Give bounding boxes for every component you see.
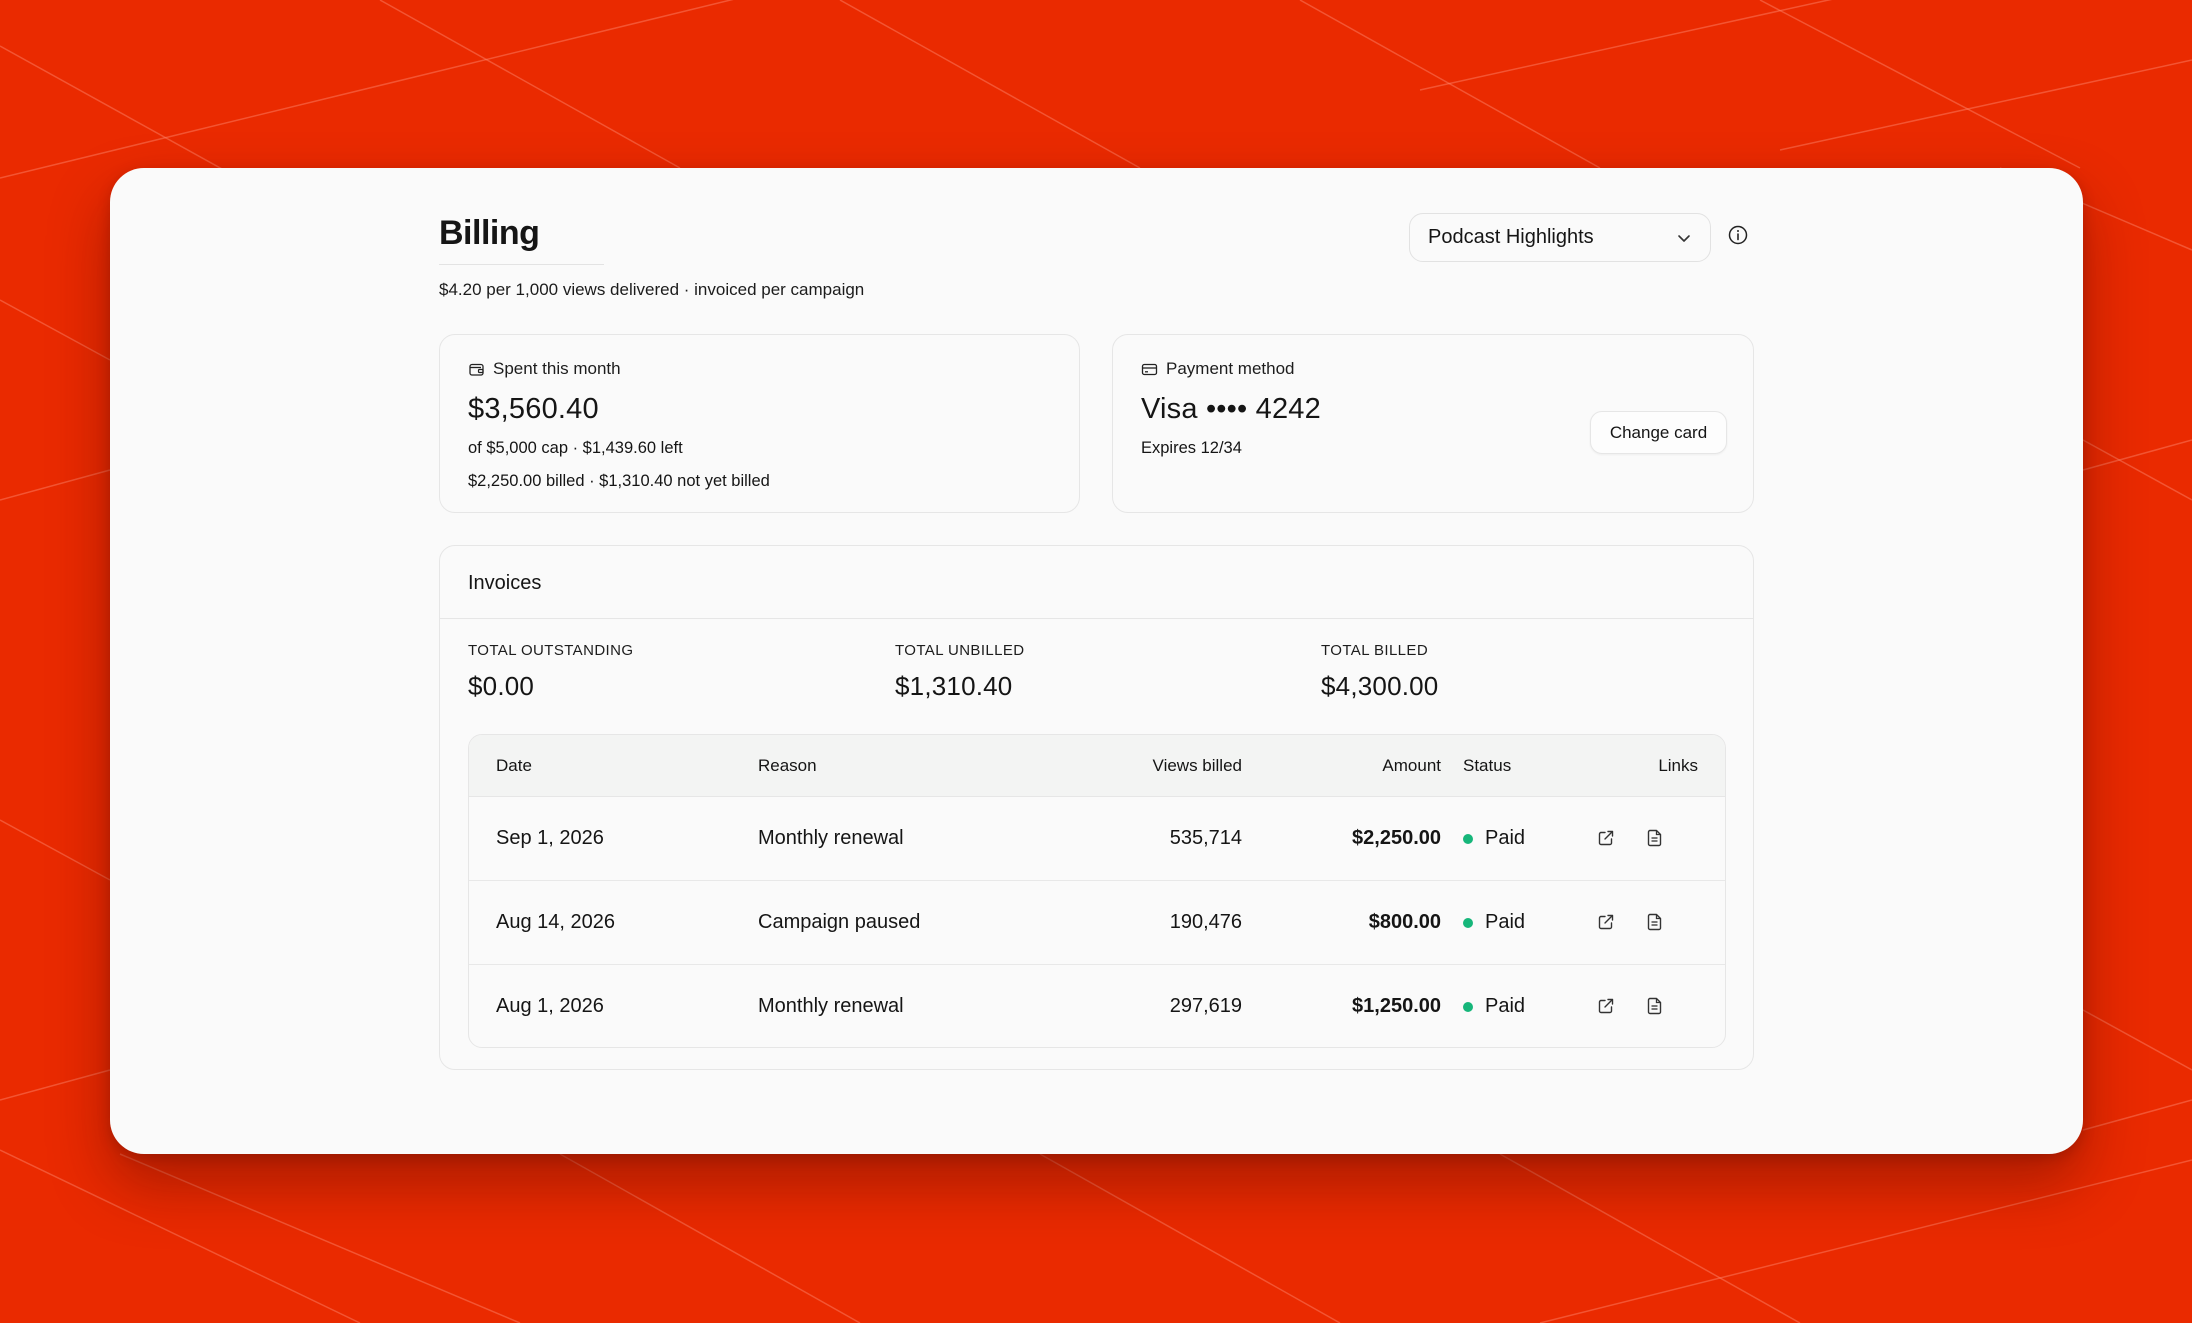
row-views: 190,476 <box>1169 911 1242 933</box>
page-title: Billing <box>439 214 540 252</box>
table-row[interactable]: Aug 14, 2026 Campaign paused 190,476 $80… <box>469 881 1725 965</box>
spent-billed-text: $2,250.00 billed · $1,310.40 not yet bil… <box>468 472 770 490</box>
stat-value: $1,310.40 <box>895 671 1013 701</box>
row-reason: Monthly renewal <box>758 827 904 849</box>
column-header-status[interactable]: Status <box>1463 756 1511 776</box>
row-amount: $800.00 <box>1368 911 1441 933</box>
card-number: Visa •••• 4242 <box>1141 393 1321 425</box>
stat-label: TOTAL UNBILLED <box>895 642 1025 659</box>
status-dot-icon <box>1463 917 1473 928</box>
spent-label-text: Spent this month <box>493 359 621 378</box>
status-text: Paid <box>1485 911 1526 933</box>
stat-label: TOTAL OUTSTANDING <box>468 642 634 659</box>
external-link-icon[interactable] <box>1596 828 1616 848</box>
external-link-icon[interactable] <box>1596 996 1616 1016</box>
row-date: Aug 1, 2026 <box>496 995 604 1017</box>
stat-total-billed: TOTAL BILLED $4,300.00 <box>1321 642 1438 702</box>
credit-card-icon <box>1141 363 1158 375</box>
column-header-views[interactable]: Views billed <box>1153 756 1242 776</box>
app-window: Billing $4.20 per 1,000 views delivered … <box>110 168 2083 1154</box>
spent-value: $3,560.40 <box>468 393 599 425</box>
stat-total-outstanding: TOTAL OUTSTANDING $0.00 <box>468 642 633 702</box>
invoices-table: Date Reason Views billed Amount Status L… <box>468 734 1726 1048</box>
document-icon[interactable] <box>1645 828 1665 848</box>
row-views: 297,619 <box>1169 995 1242 1017</box>
row-amount: $1,250.00 <box>1352 995 1441 1017</box>
status-badge: Paid <box>1463 827 1525 850</box>
campaign-select-value: Podcast Highlights <box>1428 226 1594 248</box>
payment-label: Payment method <box>1141 359 1295 379</box>
invoices-divider <box>440 618 1753 619</box>
status-text: Paid <box>1485 827 1526 849</box>
external-link-icon[interactable] <box>1596 912 1616 932</box>
status-badge: Paid <box>1463 911 1525 934</box>
campaign-select[interactable]: Podcast Highlights <box>1409 213 1711 262</box>
row-reason: Monthly renewal <box>758 995 904 1017</box>
column-header-date[interactable]: Date <box>496 756 532 776</box>
spent-this-month-card: Spent this month $3,560.40 of $5,000 cap… <box>439 334 1080 513</box>
stat-label: TOTAL BILLED <box>1321 642 1429 659</box>
row-views: 535,714 <box>1169 827 1242 849</box>
document-icon[interactable] <box>1645 996 1665 1016</box>
title-underline <box>439 264 604 265</box>
table-row[interactable]: Sep 1, 2026 Monthly renewal 535,714 $2,2… <box>469 797 1725 881</box>
stat-total-unbilled: TOTAL UNBILLED $1,310.40 <box>895 642 1025 702</box>
status-dot-icon <box>1463 833 1473 844</box>
column-header-links: Links <box>1658 756 1698 775</box>
stat-value: $4,300.00 <box>1321 671 1439 701</box>
pricing-subtitle: $4.20 per 1,000 views delivered · invoic… <box>439 280 865 299</box>
status-dot-icon <box>1463 1001 1473 1012</box>
wallet-icon <box>469 363 484 376</box>
row-date: Sep 1, 2026 <box>496 827 604 849</box>
payment-label-text: Payment method <box>1166 359 1295 378</box>
invoices-title: Invoices <box>468 572 542 594</box>
chevron-down-icon <box>1678 235 1690 242</box>
row-reason: Campaign paused <box>758 911 921 933</box>
info-icon[interactable] <box>1727 224 1749 246</box>
change-card-button[interactable]: Change card <box>1590 411 1727 454</box>
spent-label: Spent this month <box>468 359 621 379</box>
invoices-panel: Invoices TOTAL OUTSTANDING $0.00 TOTAL U… <box>439 545 1754 1070</box>
column-header-reason[interactable]: Reason <box>758 756 817 776</box>
column-header-amount[interactable]: Amount <box>1382 756 1441 776</box>
table-header: Date Reason Views billed Amount Status L… <box>469 735 1725 797</box>
stat-value: $0.00 <box>468 671 535 701</box>
row-amount: $2,250.00 <box>1352 827 1441 849</box>
status-text: Paid <box>1485 995 1526 1017</box>
spent-cap-text: of $5,000 cap · $1,439.60 left <box>468 439 683 457</box>
payment-method-card: Payment method Visa •••• 4242 Expires 12… <box>1112 334 1754 513</box>
document-icon[interactable] <box>1645 912 1665 932</box>
status-badge: Paid <box>1463 995 1525 1018</box>
row-date: Aug 14, 2026 <box>496 911 615 933</box>
card-expiry: Expires 12/34 <box>1141 439 1242 457</box>
table-row[interactable]: Aug 1, 2026 Monthly renewal 297,619 $1,2… <box>469 965 1725 1047</box>
